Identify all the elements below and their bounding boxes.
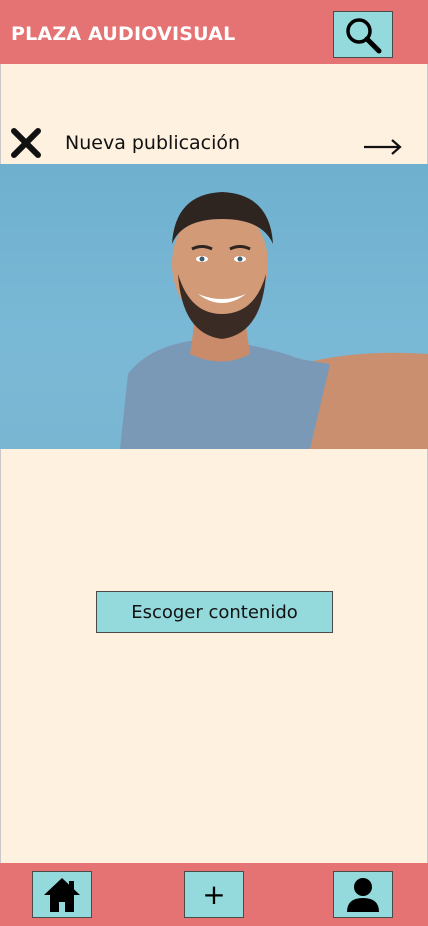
choose-content-button[interactable]: Escoger contenido	[96, 591, 333, 633]
add-post-button[interactable]: +	[184, 871, 244, 918]
user-icon	[347, 877, 379, 912]
search-button[interactable]	[333, 11, 393, 58]
app-title: PLAZA AUDIOVISUAL	[11, 23, 236, 45]
arrow-right-icon[interactable]	[363, 136, 403, 158]
search-icon	[346, 17, 382, 53]
home-icon	[44, 877, 80, 912]
new-post-title: Nueva publicación	[65, 132, 241, 154]
person-photo	[120, 192, 428, 449]
close-icon[interactable]	[10, 127, 42, 159]
plus-icon: +	[202, 877, 226, 911]
home-button[interactable]	[32, 871, 92, 918]
profile-button[interactable]	[333, 871, 393, 918]
post-image-preview	[0, 164, 428, 449]
